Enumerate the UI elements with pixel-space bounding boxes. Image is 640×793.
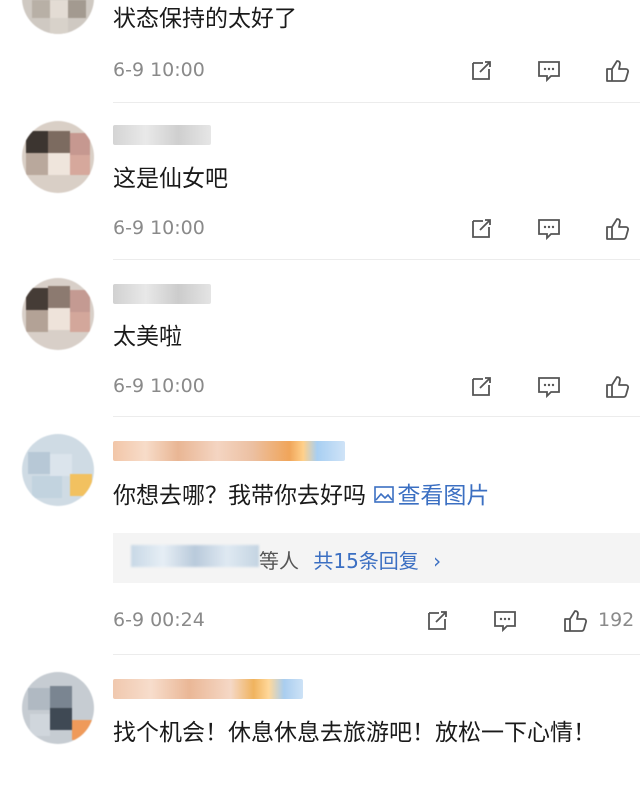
- username-blurred[interactable]: [113, 441, 345, 461]
- share-icon[interactable]: [467, 215, 495, 243]
- share-icon[interactable]: [467, 373, 495, 401]
- avatar[interactable]: [22, 0, 94, 34]
- view-image-link[interactable]: 查看图片: [373, 483, 489, 509]
- avatar[interactable]: [22, 434, 94, 506]
- like-count: 192: [598, 609, 635, 631]
- chevron-right-icon: ›: [433, 549, 442, 573]
- image-icon: [374, 486, 395, 503]
- avatar[interactable]: [22, 121, 94, 193]
- comment-icon[interactable]: [491, 607, 519, 635]
- comment-icon[interactable]: [535, 373, 563, 401]
- comment-text: 你想去哪？我带你去好吗 查看图片: [113, 481, 489, 511]
- comment-meta: 6-9 00:24 192: [113, 607, 640, 635]
- divider: [113, 259, 640, 260]
- thumbs-up-icon[interactable]: [561, 607, 589, 635]
- thumbs-up-icon[interactable]: [603, 57, 631, 85]
- comment-time: 6-9 10:00: [113, 217, 205, 239]
- comment-time: 6-9 10:00: [113, 59, 205, 81]
- view-image-label: 查看图片: [397, 483, 490, 509]
- share-icon[interactable]: [467, 57, 495, 85]
- comment-meta: 6-9 10:00: [113, 215, 640, 243]
- divider: [113, 654, 640, 655]
- divider: [113, 102, 640, 103]
- comment-time: 6-9 10:00: [113, 375, 205, 397]
- comment-meta: 6-9 10:00: [113, 57, 640, 85]
- comment-icon[interactable]: [535, 57, 563, 85]
- reply-avatars-blurred: [131, 545, 259, 567]
- thumbs-up-icon[interactable]: [603, 373, 631, 401]
- reply-summary-text: 等人 共15条回复 ›: [259, 545, 441, 574]
- username-blurred[interactable]: [113, 284, 211, 304]
- divider: [113, 416, 640, 417]
- reply-summary[interactable]: 等人 共15条回复 ›: [113, 533, 640, 583]
- avatar[interactable]: [22, 672, 94, 744]
- comment-text: 状态保持的太好了: [113, 6, 297, 32]
- username-blurred[interactable]: [113, 125, 211, 145]
- thumbs-up-icon[interactable]: [603, 215, 631, 243]
- comment-text: 太美啦: [113, 324, 182, 350]
- comment-body: 你想去哪？我带你去好吗: [113, 483, 366, 509]
- comment-icon[interactable]: [535, 215, 563, 243]
- reply-count: 共15条回复: [313, 549, 419, 573]
- comment-text: 找个机会！休息休息去旅游吧！放松一下心情！: [113, 720, 596, 746]
- share-icon[interactable]: [423, 607, 451, 635]
- avatar[interactable]: [22, 278, 94, 350]
- comment-meta: 6-9 10:00: [113, 373, 640, 401]
- comment-text: 这是仙女吧: [113, 166, 228, 192]
- reply-users-suffix: 等人: [259, 549, 299, 573]
- comment-time: 6-9 00:24: [113, 609, 205, 631]
- username-blurred[interactable]: [113, 679, 303, 699]
